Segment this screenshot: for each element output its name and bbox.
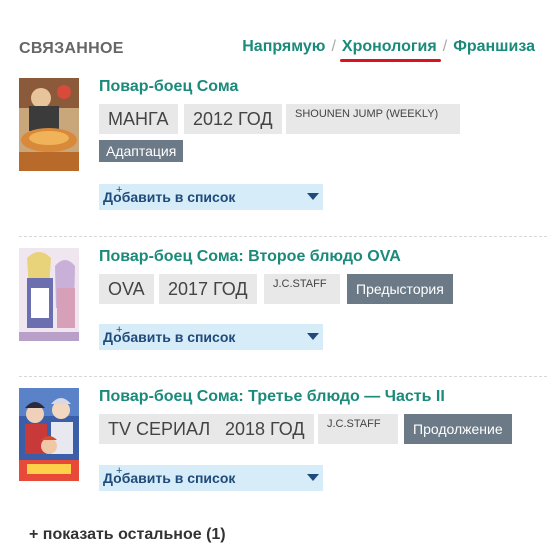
chevron-down-icon xyxy=(307,474,319,481)
tab-separator: / xyxy=(442,38,448,55)
divider xyxy=(19,376,547,377)
year-tag: 2018 ГОД xyxy=(216,414,314,444)
relation-badge: Адаптация xyxy=(99,140,184,162)
studio-tag: J.C.STAFF xyxy=(318,414,398,444)
tab-franchise[interactable]: Франшиза xyxy=(453,38,535,55)
add-to-list-button[interactable]: + Добавить в список xyxy=(99,324,323,350)
studio-tag: J.C.STAFF xyxy=(264,274,340,304)
entry-title[interactable]: Повар-боец Сома: Второе блюдо OVA xyxy=(99,248,401,266)
related-header: СВЯЗАННОЕ Напрямую / Хронология / Франшиза xyxy=(19,38,539,60)
studio-tag: SHOUNEN JUMP (WEEKLY) xyxy=(286,104,460,134)
type-tag: TV СЕРИАЛ xyxy=(99,414,220,444)
cover-image[interactable] xyxy=(19,248,79,341)
related-entry: Повар-боец Сома: Второе блюдо OVA OVA 20… xyxy=(19,248,549,350)
add-to-list-button[interactable]: + Добавить в список xyxy=(99,465,323,491)
add-to-list-label: Добавить в список xyxy=(103,329,236,345)
add-to-list-label: Добавить в список xyxy=(103,470,236,486)
year-tag: 2017 ГОД xyxy=(159,274,257,304)
divider xyxy=(19,236,547,237)
relation-tabs: Напрямую / Хронология / Франшиза xyxy=(242,38,535,56)
relation-badge: Предыстория xyxy=(347,274,453,304)
related-entry: Повар-боец Сома МАНГА 2012 ГОД SHOUNEN J… xyxy=(19,78,549,218)
chevron-down-icon xyxy=(307,193,319,200)
type-tag: OVA xyxy=(99,274,154,304)
add-to-list-button[interactable]: + Добавить в список xyxy=(99,184,323,210)
tab-separator: / xyxy=(331,38,336,55)
cover-image[interactable] xyxy=(19,388,79,481)
section-title: СВЯЗАННОЕ xyxy=(19,40,124,57)
cover-image[interactable] xyxy=(19,78,79,171)
add-to-list-label: Добавить в список xyxy=(103,189,236,205)
entry-title[interactable]: Повар-боец Сома xyxy=(99,78,238,96)
tab-chronology[interactable]: Хронология xyxy=(342,38,437,55)
chevron-down-icon xyxy=(307,333,319,340)
tab-direct[interactable]: Напрямую xyxy=(242,38,325,55)
relation-badge: Продолжение xyxy=(404,414,512,444)
year-tag: 2012 ГОД xyxy=(184,104,282,134)
type-tag: МАНГА xyxy=(99,104,178,134)
show-more-link[interactable]: + показать остальное (1) xyxy=(29,526,226,544)
related-entry: Повар-боец Сома: Третье блюдо — Часть II… xyxy=(19,388,549,491)
entry-title[interactable]: Повар-боец Сома: Третье блюдо — Часть II xyxy=(99,388,445,406)
